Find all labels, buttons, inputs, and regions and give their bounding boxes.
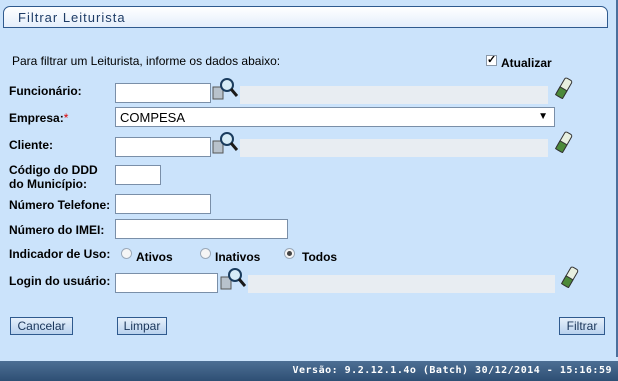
ddd-label-line1: Código do DDD <box>9 163 98 177</box>
funcionario-input[interactable] <box>115 83 211 103</box>
ddd-label-line2: do Município: <box>9 177 87 191</box>
eraser-icon[interactable] <box>555 77 573 99</box>
indicador-label: Indicador de Uso: <box>9 247 111 261</box>
login-description <box>248 275 555 293</box>
imei-input[interactable] <box>115 219 288 239</box>
radio-todos[interactable] <box>284 248 295 259</box>
funcionario-description <box>240 86 548 104</box>
login-label: Login do usuário: <box>9 274 111 288</box>
search-icon[interactable] <box>212 131 238 155</box>
empresa-selected-value: COMPESA <box>120 110 186 125</box>
page-title: Filtrar Leiturista <box>18 10 126 25</box>
ddd-input[interactable] <box>115 165 161 185</box>
radio-inativos-label: Inativos <box>215 250 261 264</box>
instructions-text: Para filtrar um Leiturista, informe os d… <box>12 54 281 68</box>
search-icon[interactable] <box>220 267 246 291</box>
cliente-input[interactable] <box>115 137 211 157</box>
clear-button[interactable]: Limpar <box>117 317 167 335</box>
funcionario-label: Funcionário: <box>9 84 82 98</box>
filter-button[interactable]: Filtrar <box>559 317 605 335</box>
chevron-down-icon: ▼ <box>538 111 548 122</box>
radio-todos-label: Todos <box>302 250 338 264</box>
radio-inativos[interactable] <box>200 248 211 259</box>
empresa-select[interactable]: COMPESA ▼ <box>115 107 555 127</box>
cancel-button[interactable]: Cancelar <box>10 317 73 335</box>
login-input[interactable] <box>115 273 218 293</box>
version-footer: Versão: 9.2.12.1.4o (Batch) 30/12/2014 -… <box>0 361 618 381</box>
eraser-icon[interactable] <box>561 266 579 288</box>
atualizar-checkbox[interactable] <box>486 53 497 66</box>
title-bar: Filtrar Leiturista <box>3 6 608 28</box>
imei-label: Número do IMEI: <box>9 223 105 237</box>
radio-ativos[interactable] <box>121 248 132 259</box>
search-icon[interactable] <box>212 77 238 101</box>
atualizar-label: Atualizar <box>501 56 552 70</box>
cliente-label: Cliente: <box>9 138 54 152</box>
telefone-input[interactable] <box>115 194 211 214</box>
radio-ativos-label: Ativos <box>136 250 173 264</box>
telefone-label: Número Telefone: <box>9 198 111 212</box>
eraser-icon[interactable] <box>555 131 573 153</box>
cliente-description <box>240 139 548 157</box>
empresa-label: Empresa:* <box>9 111 69 125</box>
